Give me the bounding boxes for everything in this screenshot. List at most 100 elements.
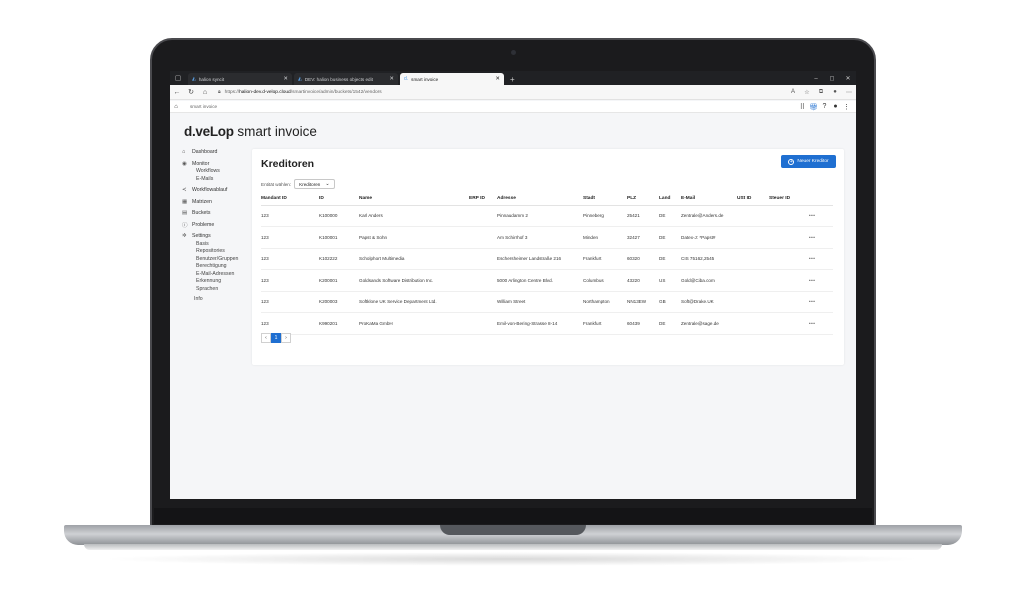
tab-label: smart invoice xyxy=(411,76,439,82)
tab-label: DEV: halion business objects edit xyxy=(304,76,373,82)
sidebar-item-info[interactable]: Info xyxy=(182,296,258,304)
url-path: /smartinvoice/admin/buckets/1542/vendors xyxy=(290,89,382,95)
sidebar-item-settings[interactable]: ✲ Settings xyxy=(182,232,258,241)
col-header[interactable]: Land xyxy=(659,193,681,206)
col-header[interactable]: Adresse xyxy=(497,193,583,206)
table-row[interactable]: 123 K100000 Karl Anders Pinnaudamm 2 Pin… xyxy=(261,205,833,227)
camera-dot xyxy=(511,50,516,55)
breadcrumb[interactable]: smart invoice xyxy=(190,104,217,109)
sidebar-sub-basis[interactable]: Basis xyxy=(182,241,258,249)
cell-mandant: 123 xyxy=(261,248,319,270)
cell-email: Zentrale@sage.de xyxy=(681,312,737,335)
new-tab-icon[interactable]: + xyxy=(510,73,515,85)
col-header[interactable]: Stadt xyxy=(583,193,627,206)
sidebar-item-workflowablauf[interactable]: ≺ Workflowablauf xyxy=(182,186,258,195)
gift-icon[interactable]: 🎁︎ xyxy=(808,103,819,111)
sidebar-item-buckets[interactable]: ▤ Buckets xyxy=(182,209,258,218)
sidebar-item-dashboard[interactable]: ⌂ Dashboard xyxy=(182,148,258,157)
col-header[interactable]: E-Mail xyxy=(681,193,737,206)
laptop-shadow xyxy=(100,552,924,566)
pager-next-button[interactable]: › xyxy=(281,333,291,343)
window-controls: – ◻ ✕ xyxy=(808,73,856,85)
col-header[interactable]: ID xyxy=(319,193,359,206)
sidebar-sub-repositories[interactable]: Repositories xyxy=(182,248,258,256)
home-icon: ⌂ xyxy=(182,149,186,156)
table-row[interactable]: 123 K200003 Softklone UK Service Departm… xyxy=(261,291,833,313)
minimize-icon[interactable]: – xyxy=(808,73,824,85)
kreditoren-card: Kreditoren + Neuer Kreditor Entität wähl… xyxy=(252,149,844,365)
url-host: halion-dev.d-velop.cloud xyxy=(239,89,291,95)
sidebar-sub-erkennung[interactable]: Erkennung xyxy=(182,278,258,286)
help-icon[interactable]: ? xyxy=(819,103,830,110)
col-header[interactable]: Mandant ID xyxy=(261,193,319,206)
new-kreditor-button[interactable]: + Neuer Kreditor xyxy=(781,155,836,168)
cell-ust xyxy=(737,269,769,292)
entity-select[interactable]: Kreditoren ⌄ xyxy=(294,179,335,189)
sidebar: ⌂ Dashboard ◉ Monitor Workflows E-Mails ≺ W… xyxy=(182,148,258,304)
home-icon[interactable]: ⌂ xyxy=(198,89,212,96)
col-header[interactable]: Steuer ID xyxy=(769,193,809,206)
read-aloud-icon[interactable]: A xyxy=(786,89,800,95)
table-row[interactable]: 123 K102222 Scholphort Multimedia Escher… xyxy=(261,248,833,270)
sidebar-sub-workflows[interactable]: Workflows xyxy=(182,168,258,176)
cell-steuer xyxy=(769,291,809,313)
col-header[interactable]: ERP ID xyxy=(469,193,497,206)
close-tab-icon[interactable]: ✕ xyxy=(283,76,288,82)
row-menu-icon[interactable]: ••• xyxy=(809,312,833,335)
cell-land: DE xyxy=(659,226,681,249)
app-tools: ⠿ 🎁︎ ? ● ⋮ xyxy=(797,103,852,111)
close-tab-icon[interactable]: ✕ xyxy=(495,76,500,82)
restore-icon[interactable]: ◻ xyxy=(824,73,840,85)
row-menu-icon[interactable]: ••• xyxy=(809,248,833,270)
sidebar-item-monitor[interactable]: ◉ Monitor xyxy=(182,160,258,169)
cell-steuer xyxy=(769,226,809,249)
sidebar-sub-email-adressen[interactable]: E-Mail-Adressen xyxy=(182,271,258,279)
col-header[interactable]: PLZ xyxy=(627,193,659,206)
sidebar-sub-sprachen[interactable]: Sprachen xyxy=(182,286,258,294)
entity-label: Entität wählen: xyxy=(261,181,292,187)
col-header[interactable]: USt ID xyxy=(737,193,769,206)
more-options-icon[interactable]: ⋯ xyxy=(842,89,856,96)
sidebar-item-probleme[interactable]: ⓘ Probleme xyxy=(182,221,258,230)
laptop-foot xyxy=(84,544,942,550)
favorites-icon[interactable]: ☆ xyxy=(800,89,814,96)
browser-tab-smart-invoice[interactable]: d. smart invoice ✕ xyxy=(400,73,504,85)
table-row[interactable]: 123 K200001 Goldsands Software Distribut… xyxy=(261,269,833,292)
sidebar-item-matrizen[interactable]: ▦ Matrizen xyxy=(182,198,258,207)
pager-prev-button[interactable]: ‹ xyxy=(261,333,271,343)
row-menu-icon[interactable]: ••• xyxy=(809,205,833,227)
cell-adresse: William Street xyxy=(497,291,583,313)
sidebar-sub-benutzer-gruppen[interactable]: Benutzer/Gruppen xyxy=(182,256,258,264)
url-field[interactable]: 🔒︎ https://halion-dev.d-velop.cloud/smar… xyxy=(218,89,786,95)
user-icon[interactable]: ● xyxy=(830,103,841,110)
app-home-icon[interactable]: ⌂ xyxy=(170,104,182,110)
table-row[interactable]: 123 K990201 ProKaMa GmbH Emil-von-Bering… xyxy=(261,312,833,335)
browser-tab-dev-halion[interactable]: ◭ DEV: halion business objects edit ✕ xyxy=(294,73,398,85)
cell-stadt: Frankfurt xyxy=(583,312,627,335)
col-header[interactable]: Name xyxy=(359,193,469,206)
table-header-row: Mandant ID ID Name ERP ID Adresse Stadt … xyxy=(261,193,833,206)
row-menu-icon[interactable]: ••• xyxy=(809,269,833,292)
cell-land: DE xyxy=(659,312,681,335)
app-grid-icon[interactable]: ⠿ xyxy=(797,103,808,111)
browser-tab-halion-syncit[interactable]: ◭ halion syncit ✕ xyxy=(188,73,292,85)
close-window-icon[interactable]: ✕ xyxy=(840,73,856,85)
close-tab-icon[interactable]: ✕ xyxy=(389,76,394,82)
row-menu-icon[interactable]: ••• xyxy=(809,226,833,249)
sidebar-sub-berechtigung[interactable]: Berechtigung xyxy=(182,263,258,271)
table-icon: ▦ xyxy=(182,198,188,205)
reload-icon[interactable]: ↻ xyxy=(184,88,198,96)
back-icon[interactable]: ← xyxy=(170,89,184,96)
tab-actions-icon[interactable]: ▢ xyxy=(170,71,186,85)
collections-icon[interactable]: ⧉ xyxy=(814,89,828,96)
sidebar-sub-emails[interactable]: E-Mails xyxy=(182,176,258,184)
cell-email: Gold@Ciba.com xyxy=(681,269,737,292)
cell-adresse: Am Schirrhof 3 xyxy=(497,226,583,249)
row-menu-icon[interactable]: ••• xyxy=(809,291,833,313)
profile-icon[interactable]: ● xyxy=(828,89,842,95)
cell-stadt: Minden xyxy=(583,226,627,249)
app-menu-icon[interactable]: ⋮ xyxy=(841,103,852,111)
cell-mandant: 123 xyxy=(261,205,319,227)
pager-page-1[interactable]: 1 xyxy=(271,333,281,343)
table-row[interactable]: 123 K100001 Papst & Sohn Am Schirrhof 3 … xyxy=(261,226,833,249)
